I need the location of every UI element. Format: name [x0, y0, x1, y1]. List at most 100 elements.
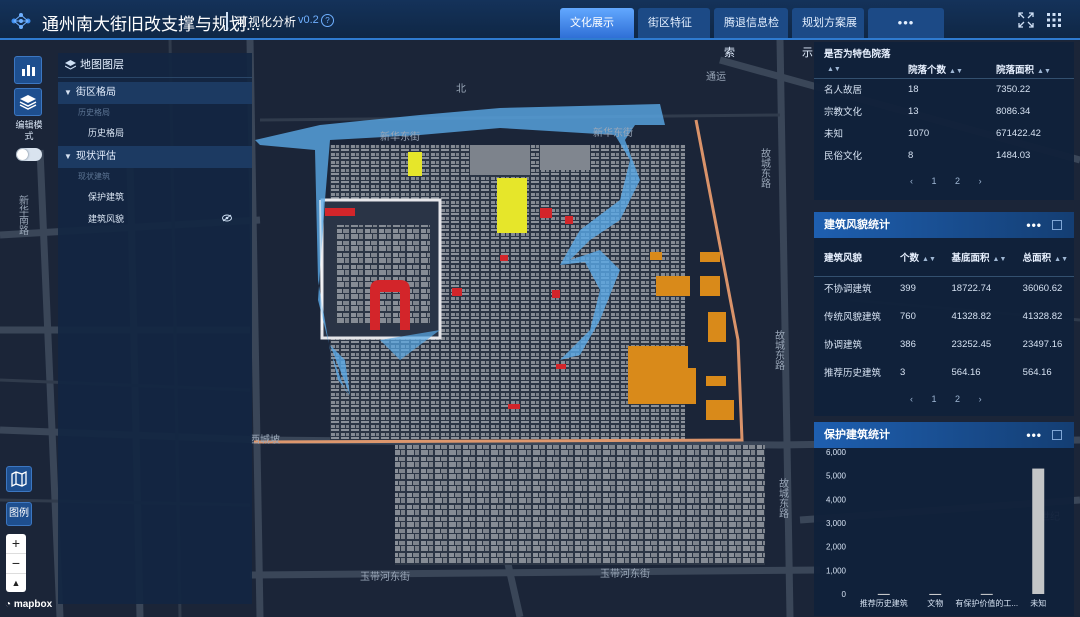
map-label-road: 玉带河东街 [600, 567, 650, 580]
prev-page-button[interactable]: ‹ [910, 176, 913, 186]
column-header[interactable]: 个数 ▲▼ [890, 238, 942, 277]
more-options-icon[interactable]: ••• [1026, 212, 1042, 238]
layer-subgroup-label: 历史格局 [78, 108, 110, 117]
version-label: v0.2 [298, 14, 319, 26]
table-row[interactable]: 传统风貌建筑 760 41328.82 41328.82 [814, 300, 1074, 332]
courtyard-stats-panel: 是否为特色院落 ▲▼ 院落个数 ▲▼ 院落面积 ▲▼ 名人故居 18 7350.22 宗… [814, 42, 1074, 200]
bar[interactable] [980, 593, 993, 595]
zoom-out-button[interactable]: − [6, 554, 26, 574]
bar[interactable] [1032, 468, 1045, 594]
tab-block-features[interactable]: 街区特征 [638, 8, 710, 38]
layers-button[interactable] [14, 88, 42, 116]
x-tick-label: 未知 [1030, 598, 1046, 608]
map-label-road: 新华东街 [380, 130, 420, 143]
map-label-road: 故城东路 [777, 477, 789, 519]
layer-item-protected-buildings[interactable]: 保护建筑 [58, 186, 252, 208]
table-row[interactable]: 民俗文化 8 1484.03 [814, 144, 1074, 166]
table-row[interactable]: 名人故居 18 7350.22 [814, 78, 1074, 100]
map-label-road: 新华东街 [593, 126, 633, 139]
layer-item-historic-pattern[interactable]: 历史格局 [58, 122, 252, 144]
edit-mode-toggle[interactable] [16, 148, 42, 161]
x-tick-label: 有保护价值的工... [955, 598, 1018, 608]
map-icon [11, 470, 27, 488]
maximize-icon[interactable] [1052, 220, 1062, 230]
column-header[interactable]: 院落个数 ▲▼ [898, 60, 986, 79]
prev-page-button[interactable]: ‹ [910, 394, 913, 404]
map-label-road: 玉带河东街 [360, 570, 410, 583]
eye-icon[interactable] [222, 214, 232, 222]
building-style-panel: 建筑风貌统计 ••• 建筑风貌 个数 ▲▼ 基底面积 ▲▼ 总面积 ▲▼ 不协调建筑 3… [814, 212, 1074, 416]
map-label-road: 西城坡 [250, 433, 280, 446]
zoom-control: + − ▲ [6, 534, 26, 592]
table-row[interactable]: 未知 1070 671422.42 [814, 122, 1074, 144]
next-page-button[interactable]: › [979, 176, 982, 186]
top-header: 通州南大街旧改支撑与规划... 可视化分析 v0.2 ? 文化展示 街区特征 腾… [0, 0, 1080, 59]
column-header[interactable]: 总面积 ▲▼ [1012, 238, 1074, 277]
maximize-icon[interactable] [1052, 430, 1062, 440]
legend-button[interactable]: 图例 [6, 502, 32, 526]
page-button[interactable]: 2 [955, 176, 960, 186]
layer-subgroup-label: 现状建筑 [78, 172, 110, 181]
zoom-in-button[interactable]: + [6, 534, 26, 554]
table-row[interactable]: 不协调建筑 399 18722.74 36060.62 [814, 276, 1074, 300]
layer-group-block-pattern[interactable]: ▼ 街区格局 [58, 82, 252, 104]
statistics-button[interactable] [14, 56, 42, 84]
y-tick-label: 1,000 [826, 566, 847, 575]
column-header[interactable]: 院落面积 ▲▼ [986, 60, 1074, 79]
y-tick-label: 6,000 [826, 448, 847, 457]
map-label-road: 故城东路 [773, 329, 785, 371]
y-axis: 0 1,000 2,000 3,000 4,000 5,000 6,000 [826, 448, 847, 599]
layer-panel: 地图图层 ▼ 街区格局 历史格局 历史格局 ▼ 现状评估 现状建筑 保护建筑 建… [58, 53, 252, 604]
sort-icon: ▲▼ [992, 255, 1007, 263]
sort-icon: ▲▼ [922, 255, 936, 263]
heritage-building-yellow [497, 178, 527, 233]
y-tick-label: 0 [842, 590, 847, 599]
basemap-button[interactable] [6, 466, 32, 492]
sort-icon: ▲▼ [949, 67, 963, 75]
app-grid-icon[interactable] [1046, 12, 1062, 28]
sort-icon: ▲▼ [1037, 67, 1051, 75]
protected-building-bar-chart: 0 1,000 2,000 3,000 4,000 5,000 6,000 推荐历史建筑 文物… [826, 448, 1047, 608]
column-header[interactable]: 基底面积 ▲▼ [941, 238, 1013, 277]
next-page-button[interactable]: › [979, 394, 982, 404]
tab-culture[interactable]: 文化展示 [560, 8, 634, 38]
help-icon[interactable]: ? [321, 14, 334, 27]
network-logo-icon [11, 13, 31, 29]
page-button[interactable]: 2 [955, 394, 960, 404]
table-row[interactable]: 推荐历史建筑 3 564.16 564.16 [814, 356, 1074, 388]
edit-mode-label: 编辑模式 [15, 120, 43, 141]
y-tick-label: 3,000 [826, 519, 847, 528]
layers-icon [65, 60, 76, 70]
x-tick-label: 文物 [927, 598, 943, 608]
layer-item-building-style[interactable]: 建筑风貌 [58, 208, 252, 230]
courtyard-table: 是否为特色院落 ▲▼ 院落个数 ▲▼ 院落面积 ▲▼ 名人故居 18 7350.22 宗… [814, 42, 1074, 166]
compass-button[interactable]: ▲ [6, 574, 26, 593]
x-tick-label: 推荐历史建筑 [860, 598, 908, 608]
y-tick-label: 2,000 [826, 543, 847, 552]
bar[interactable] [877, 593, 890, 595]
pagination: ‹ 1 2 › [814, 170, 1074, 192]
pagination: ‹ 1 2 › [814, 388, 1074, 410]
fullscreen-icon[interactable] [1018, 12, 1034, 28]
sort-icon: ▲▼ [827, 66, 841, 74]
map-label-road: 通运 [706, 71, 726, 83]
modern-building-orange [656, 276, 690, 296]
bar[interactable] [929, 593, 942, 595]
sort-control[interactable]: ▲▼ [814, 60, 898, 79]
table-row[interactable]: 宗教文化 13 8086.34 [814, 100, 1074, 122]
app-subtitle: 可视化分析 [236, 15, 297, 29]
map-label-road: 故城东路 [759, 147, 771, 189]
protected-building [540, 208, 552, 218]
x-axis-labels: 推荐历史建筑 文物 有保护价值的工... 未知 [860, 598, 1047, 608]
column-header: 建筑风貌 [814, 238, 890, 277]
y-tick-label: 4,000 [826, 495, 847, 504]
sort-icon: ▲▼ [1054, 255, 1069, 263]
page-button[interactable]: 1 [932, 394, 937, 404]
page-button[interactable]: 1 [932, 176, 937, 186]
table-row[interactable]: 协调建筑 386 23252.45 23497.16 [814, 332, 1074, 356]
tab-planning-scheme[interactable]: 规划方案展示 [792, 8, 864, 59]
tab-more[interactable]: ••• [868, 8, 944, 38]
tab-vacate-search[interactable]: 腾退信息检索 [714, 8, 788, 59]
south-district-buildings [395, 445, 765, 565]
layer-group-status-assessment[interactable]: ▼ 现状评估 [58, 146, 252, 168]
